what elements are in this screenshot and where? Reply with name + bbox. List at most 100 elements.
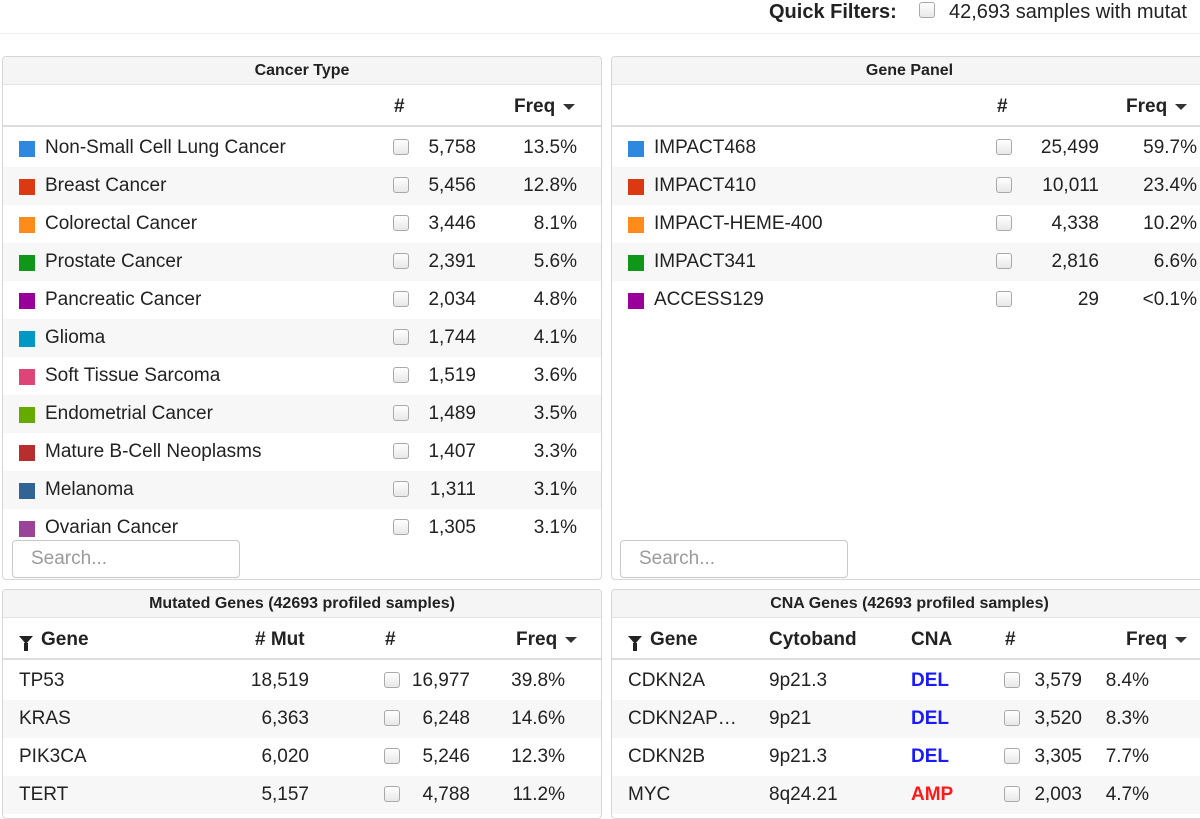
row-checkbox[interactable] — [996, 253, 1012, 269]
row-checkbox[interactable] — [393, 215, 409, 231]
mut-count: 6,020 — [261, 746, 309, 767]
row-checkbox[interactable] — [996, 291, 1012, 307]
freq-header-label: Freq — [516, 629, 558, 650]
freq-column-header[interactable]: Freq — [1126, 629, 1188, 651]
list-item[interactable]: IMPACT410 10,011 23.4% — [612, 167, 1200, 205]
row-checkbox[interactable] — [384, 786, 400, 802]
list-item[interactable]: Endometrial Cancer 1,489 3.5% — [3, 395, 601, 433]
freq-column-header[interactable]: Freq — [1126, 96, 1188, 118]
gene-name[interactable]: MYC — [628, 776, 670, 814]
count-column-header[interactable]: # — [394, 96, 405, 118]
list-item[interactable]: Prostate Cancer 2,391 5.6% — [3, 243, 601, 281]
item-freq: 59.7% — [1143, 137, 1197, 158]
gene-name[interactable]: KRAS — [19, 700, 71, 738]
mutated-genes-panel: Mutated Genes (42693 profiled samples) G… — [2, 589, 602, 819]
freq-column-header[interactable]: Freq — [514, 96, 576, 118]
list-item[interactable]: Melanoma 1,311 3.1% — [3, 471, 601, 509]
gene-name[interactable]: CDKN2AP… — [628, 700, 737, 738]
color-swatch — [628, 255, 644, 271]
cytoband-column-header[interactable]: Cytoband — [769, 629, 857, 651]
gene-name[interactable]: CDKN2A — [628, 662, 705, 700]
item-freq: <0.1% — [1142, 289, 1197, 310]
row-checkbox[interactable] — [996, 177, 1012, 193]
count-column-header[interactable]: # — [997, 96, 1008, 118]
list-item[interactable]: Colorectal Cancer 3,446 8.1% — [3, 205, 601, 243]
table-row[interactable]: MYC 8q24.21 AMP 2,003 4.7% — [612, 776, 1200, 814]
gene-name[interactable]: CDKN2B — [628, 738, 705, 776]
freq-column-header[interactable]: Freq — [516, 629, 578, 651]
item-freq: 10.2% — [1143, 213, 1197, 234]
row-checkbox[interactable] — [393, 253, 409, 269]
row-checkbox[interactable] — [393, 367, 409, 383]
filter-icon[interactable] — [19, 635, 33, 651]
row-checkbox[interactable] — [996, 215, 1012, 231]
row-checkbox[interactable] — [393, 481, 409, 497]
item-freq: 12.3% — [511, 746, 565, 767]
cytoband: 9p21 — [769, 708, 812, 729]
table-row[interactable]: PIK3CA 6,020 5,246 12.3% — [3, 738, 601, 776]
sort-caret-icon — [565, 636, 578, 643]
row-checkbox[interactable] — [384, 672, 400, 688]
row-checkbox[interactable] — [393, 139, 409, 155]
list-item[interactable]: ACCESS129 29 <0.1% — [612, 281, 1200, 319]
cancer-type-panel: Cancer Type # Freq Non-Small Cell Lung C… — [2, 56, 602, 580]
item-count: 4,338 — [1051, 213, 1099, 234]
row-checkbox[interactable] — [393, 177, 409, 193]
row-checkbox[interactable] — [393, 329, 409, 345]
item-freq: 7.7% — [1105, 746, 1149, 767]
row-checkbox[interactable] — [384, 710, 400, 726]
cancer-type-search-input[interactable] — [12, 540, 240, 578]
list-item[interactable]: Non-Small Cell Lung Cancer 5,758 13.5% — [3, 129, 601, 167]
list-item[interactable]: Mature B-Cell Neoplasms 1,407 3.3% — [3, 433, 601, 471]
gene-panel-search-input[interactable] — [620, 540, 848, 578]
table-row[interactable]: CDKN2AP… 9p21 DEL 3,520 8.3% — [612, 700, 1200, 738]
gene-name[interactable]: TERT — [19, 776, 68, 814]
list-item[interactable]: Pancreatic Cancer 2,034 4.8% — [3, 281, 601, 319]
item-name: Mature B-Cell Neoplasms — [45, 441, 262, 462]
row-checkbox[interactable] — [393, 405, 409, 421]
item-freq: 11.2% — [512, 784, 565, 805]
table-row[interactable]: CDKN2B 9p21.3 DEL 3,305 7.7% — [612, 738, 1200, 776]
table-row[interactable]: KRAS 6,363 6,248 14.6% — [3, 700, 601, 738]
item-name: Pancreatic Cancer — [45, 289, 202, 310]
color-swatch — [19, 141, 35, 157]
mut-count: 6,363 — [261, 708, 309, 729]
gene-column-header[interactable]: Gene — [19, 629, 89, 651]
cna-column-header[interactable]: CNA — [911, 629, 952, 651]
row-checkbox[interactable] — [384, 748, 400, 764]
table-header: Gene Cytoband CNA # Freq — [612, 618, 1200, 660]
row-checkbox[interactable] — [1004, 786, 1020, 802]
count-column-header[interactable]: # — [1005, 629, 1016, 651]
row-checkbox[interactable] — [1004, 748, 1020, 764]
row-checkbox[interactable] — [393, 443, 409, 459]
gene-column-header[interactable]: Gene — [628, 629, 698, 651]
filter-icon[interactable] — [628, 635, 642, 651]
item-count: 1,407 — [428, 441, 476, 462]
list-item[interactable]: IMPACT-HEME-400 4,338 10.2% — [612, 205, 1200, 243]
item-name: Soft Tissue Sarcoma — [45, 365, 221, 386]
row-checkbox[interactable] — [393, 519, 409, 535]
table-row[interactable]: TERT 5,157 4,788 11.2% — [3, 776, 601, 814]
item-freq: 8.4% — [1105, 670, 1149, 691]
gene-name[interactable]: PIK3CA — [19, 738, 87, 776]
table-row[interactable]: TP53 18,519 16,977 39.8% — [3, 662, 601, 700]
row-checkbox[interactable] — [1004, 672, 1020, 688]
row-checkbox[interactable] — [1004, 710, 1020, 726]
item-freq: 4.1% — [533, 327, 577, 348]
count-column-header[interactable]: # — [385, 629, 396, 651]
gene-name[interactable]: TP53 — [19, 662, 64, 700]
sample-count: 3,520 — [1034, 708, 1082, 729]
sample-count: 6,248 — [422, 708, 470, 729]
row-checkbox[interactable] — [996, 139, 1012, 155]
list-item[interactable]: Soft Tissue Sarcoma 1,519 3.6% — [3, 357, 601, 395]
row-checkbox[interactable] — [393, 291, 409, 307]
panel-title: Mutated Genes (42693 profiled samples) — [3, 590, 601, 618]
table-row[interactable]: CDKN2A 9p21.3 DEL 3,579 8.4% — [612, 662, 1200, 700]
list-item[interactable]: IMPACT468 25,499 59.7% — [612, 129, 1200, 167]
mut-column-header[interactable]: # Mut — [255, 629, 305, 651]
table-header: # Freq — [3, 85, 601, 127]
quick-filter-checkbox[interactable] — [919, 2, 935, 18]
list-item[interactable]: Glioma 1,744 4.1% — [3, 319, 601, 357]
list-item[interactable]: Breast Cancer 5,456 12.8% — [3, 167, 601, 205]
list-item[interactable]: IMPACT341 2,816 6.6% — [612, 243, 1200, 281]
